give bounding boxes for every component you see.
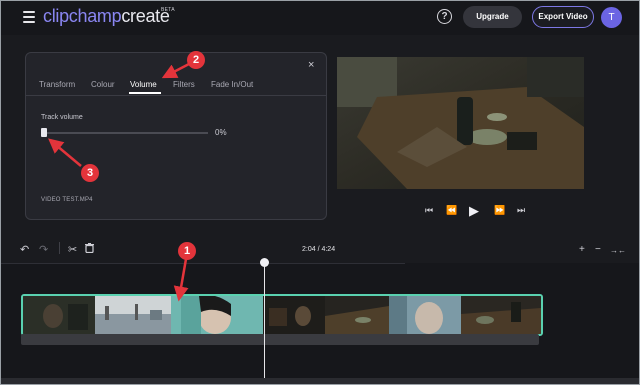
clip-thumbnail: [171, 296, 263, 334]
clip-file-name: VIDEO TEST.MP4: [41, 197, 93, 203]
playhead-line: [264, 263, 265, 384]
video-clip[interactable]: [21, 294, 543, 336]
rewind-icon[interactable]: ⏪: [446, 205, 457, 216]
audio-track[interactable]: [21, 334, 539, 345]
preview-frame-image: [337, 57, 584, 189]
app-frame: clipchampcreate BETA ? Upgrade Export Vi…: [0, 0, 640, 385]
timeline-ruler: [1, 263, 405, 264]
tab-filters[interactable]: Filters: [173, 80, 195, 89]
clip-thumbnail: [23, 296, 95, 334]
volume-value: 0%: [215, 128, 227, 137]
help-icon[interactable]: ?: [437, 9, 452, 24]
split-icon[interactable]: ✂: [68, 243, 77, 256]
close-icon[interactable]: ×: [308, 59, 314, 71]
export-video-button[interactable]: Export Video: [532, 6, 594, 28]
annotation-marker-1: 1: [178, 242, 196, 260]
tab-transform[interactable]: Transform: [39, 80, 75, 89]
playhead-handle[interactable]: [260, 258, 269, 267]
video-preview[interactable]: [337, 57, 584, 189]
active-tab-indicator: [129, 92, 161, 94]
tab-colour[interactable]: Colour: [91, 80, 115, 89]
fit-timeline-icon[interactable]: →←: [610, 246, 626, 255]
annotation-marker-2: 2: [187, 51, 205, 69]
annotation-marker-3: 3: [81, 164, 99, 182]
app-logo: clipchampcreate: [43, 6, 170, 27]
user-avatar[interactable]: T: [601, 7, 622, 28]
fast-forward-icon[interactable]: ⏩: [494, 205, 505, 216]
undo-icon[interactable]: ↶: [20, 243, 29, 256]
volume-slider-track[interactable]: [43, 132, 208, 134]
clip-thumbnail: [389, 296, 461, 334]
timeline-scrollbar[interactable]: [1, 378, 639, 384]
timecode: 2:04 / 4:24: [302, 246, 336, 253]
volume-slider-handle[interactable]: [41, 128, 47, 137]
track-volume-label: Track volume: [41, 114, 83, 121]
tab-volume[interactable]: Volume: [130, 80, 157, 89]
zoom-in-icon[interactable]: +: [579, 244, 585, 255]
skip-back-icon[interactable]: ⏮: [425, 205, 433, 216]
clip-thumbnail: [325, 296, 389, 334]
play-icon[interactable]: ▶: [469, 203, 479, 219]
clip-thumbnail: [461, 296, 541, 334]
logo-clipchamp: clipchamp: [43, 6, 122, 26]
menu-icon[interactable]: [23, 11, 35, 23]
skip-forward-icon[interactable]: ⏭: [517, 205, 525, 216]
toolbar-divider: [59, 242, 60, 254]
upgrade-button[interactable]: Upgrade: [463, 6, 522, 28]
trash-icon[interactable]: [85, 243, 94, 256]
tab-fade-in-out[interactable]: Fade In/Out: [211, 80, 253, 89]
clip-thumbnail: [263, 296, 325, 334]
zoom-out-icon[interactable]: −: [595, 244, 601, 255]
top-bar: clipchampcreate BETA ? Upgrade Export Vi…: [1, 1, 639, 35]
clip-properties-panel: × Transform Colour Volume Filters Fade I…: [25, 52, 327, 220]
clip-thumbnail: [95, 296, 171, 334]
redo-icon[interactable]: ↷: [39, 243, 48, 256]
beta-badge: BETA: [161, 7, 175, 13]
panel-divider: [26, 95, 326, 96]
